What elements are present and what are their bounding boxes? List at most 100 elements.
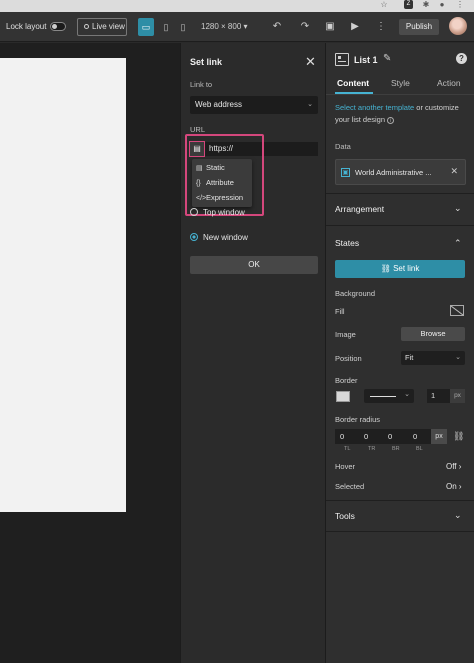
- data-source-item[interactable]: ▣ World Administrative ... ✕: [335, 159, 466, 185]
- set-link-panel: Set link ✕ Link to Web address ⌄ URL htt…: [180, 43, 326, 663]
- tab-style[interactable]: Style: [391, 78, 410, 88]
- chevron-right-icon: ›: [458, 462, 462, 471]
- background-label: Background: [335, 289, 376, 298]
- radius-unit[interactable]: px: [431, 429, 447, 444]
- radius-tl-input[interactable]: 0: [340, 429, 344, 444]
- states-section[interactable]: States: [335, 238, 359, 248]
- chevron-up-icon[interactable]: ⌃: [454, 238, 462, 249]
- divider: [326, 225, 474, 226]
- desktop-view-button[interactable]: ▭: [138, 18, 154, 36]
- radius-bl-input[interactable]: 0: [413, 429, 417, 444]
- tab-content[interactable]: Content: [337, 78, 369, 88]
- top-window-option[interactable]: Top window: [190, 208, 245, 217]
- top-window-label: Top window: [203, 208, 245, 217]
- radio-button[interactable]: [190, 233, 198, 241]
- code-icon: </>: [196, 195, 207, 202]
- fill-label: Fill: [335, 307, 345, 316]
- arrangement-section[interactable]: Arrangement: [335, 204, 384, 214]
- url-type-button[interactable]: ▤: [189, 141, 205, 157]
- border-color-swatch[interactable]: [336, 391, 350, 402]
- extension-z-icon[interactable]: Z: [404, 0, 413, 9]
- builder-toolbar: Lock layout Live view ▭ ▯ ▯ 1280 × 800 ▾…: [0, 12, 474, 42]
- tablet-view-button[interactable]: ▯: [158, 18, 174, 36]
- more-options-icon[interactable]: ⋮: [374, 20, 388, 34]
- avatar[interactable]: [449, 17, 467, 35]
- close-icon[interactable]: ✕: [450, 166, 458, 177]
- url-type-menu: ▤ Static {} Attribute </>Expression: [192, 159, 252, 207]
- hover-state-toggle[interactable]: Off ›: [446, 462, 461, 471]
- border-label: Border: [335, 376, 358, 385]
- star-icon[interactable]: ☆: [379, 0, 389, 10]
- corner-label-bl: BL: [416, 446, 423, 452]
- tools-section[interactable]: Tools: [335, 511, 355, 521]
- divider: [326, 193, 474, 194]
- border-style-select[interactable]: ⌄: [364, 389, 414, 403]
- chevron-down-icon: ▾: [243, 22, 248, 31]
- info-icon[interactable]: i: [387, 117, 395, 124]
- resolution-select[interactable]: 1280 × 800 ▾: [201, 22, 248, 31]
- image-label: Image: [335, 330, 356, 339]
- browser-chrome: ☆ Z ✱ ● ⋮: [0, 0, 474, 12]
- menu-item-attribute[interactable]: {} Attribute: [196, 176, 234, 190]
- corner-label-tr: TR: [368, 446, 376, 452]
- document-icon: ▤: [196, 165, 203, 172]
- set-link-button[interactable]: ⛓ Set link: [335, 260, 465, 278]
- link-corners-icon[interactable]: ⛓: [453, 431, 464, 442]
- menu-item-expression[interactable]: </>Expression: [196, 191, 243, 205]
- select-template-link[interactable]: Select another template: [335, 103, 414, 112]
- radius-br-input[interactable]: 0: [388, 429, 392, 444]
- undo-icon[interactable]: ↶: [270, 20, 284, 34]
- radius-tr-input[interactable]: 0: [364, 429, 368, 444]
- position-label: Position: [335, 354, 362, 363]
- hover-value: Off: [446, 462, 457, 471]
- url-label: URL: [190, 125, 206, 134]
- data-label: Data: [335, 142, 351, 151]
- position-value: Fit: [405, 353, 414, 362]
- settings-panel: List 1 ✎ ? Content Style Action Select a…: [326, 43, 474, 663]
- menu-item-label: Attribute: [206, 178, 234, 187]
- preview-icon[interactable]: ▶: [348, 20, 362, 34]
- position-select[interactable]: Fit ⌄: [401, 351, 465, 365]
- help-icon[interactable]: ?: [456, 53, 467, 64]
- link-to-value: Web address: [195, 100, 242, 109]
- corner-label-tl: TL: [344, 446, 351, 452]
- chevron-right-icon: ›: [458, 482, 462, 491]
- chevron-down-icon: ⌄: [307, 101, 313, 108]
- set-link-label: Set link: [393, 264, 420, 273]
- redo-icon[interactable]: ↷: [298, 20, 312, 34]
- tab-action[interactable]: Action: [437, 78, 461, 88]
- chevron-down-icon[interactable]: ⌄: [454, 510, 462, 521]
- document-icon: ▤: [193, 144, 201, 153]
- page-canvas[interactable]: [0, 58, 126, 512]
- live-view-button[interactable]: Live view: [77, 18, 127, 36]
- close-icon[interactable]: ✕: [305, 54, 316, 70]
- pencil-icon[interactable]: ✎: [383, 53, 391, 64]
- lock-layout-toggle[interactable]: [50, 22, 66, 31]
- template-description: Select another template or customize you…: [335, 102, 469, 126]
- border-unit[interactable]: px: [450, 389, 465, 403]
- fill-color-swatch[interactable]: [450, 305, 464, 316]
- browse-button[interactable]: Browse: [401, 327, 465, 341]
- menu-item-static[interactable]: ▤ Static: [196, 161, 225, 175]
- chevron-down-icon[interactable]: ⌄: [454, 203, 462, 214]
- hover-label: Hover: [335, 462, 356, 471]
- link-to-select[interactable]: Web address ⌄: [190, 96, 318, 114]
- new-window-option[interactable]: New window: [190, 233, 248, 242]
- canvas-area[interactable]: [0, 43, 180, 663]
- publish-button[interactable]: Publish: [399, 19, 439, 35]
- tablet-icon: ▯: [163, 22, 169, 32]
- profile-icon[interactable]: ●: [437, 0, 447, 10]
- ok-button[interactable]: OK: [190, 256, 318, 274]
- menu-item-label: Expression: [206, 193, 244, 202]
- selected-state-toggle[interactable]: On ›: [446, 482, 462, 491]
- radio-button[interactable]: [190, 208, 198, 216]
- phone-view-button[interactable]: ▯: [175, 18, 191, 36]
- more-icon[interactable]: ⋮: [455, 0, 465, 10]
- divider: [326, 500, 474, 501]
- save-icon[interactable]: ▣: [323, 20, 337, 34]
- live-view-label: Live view: [92, 22, 125, 31]
- puzzle-icon[interactable]: ✱: [421, 0, 431, 10]
- border-width-input[interactable]: 1: [427, 389, 451, 403]
- layer-icon: ▣: [341, 168, 350, 177]
- divider: [326, 531, 474, 532]
